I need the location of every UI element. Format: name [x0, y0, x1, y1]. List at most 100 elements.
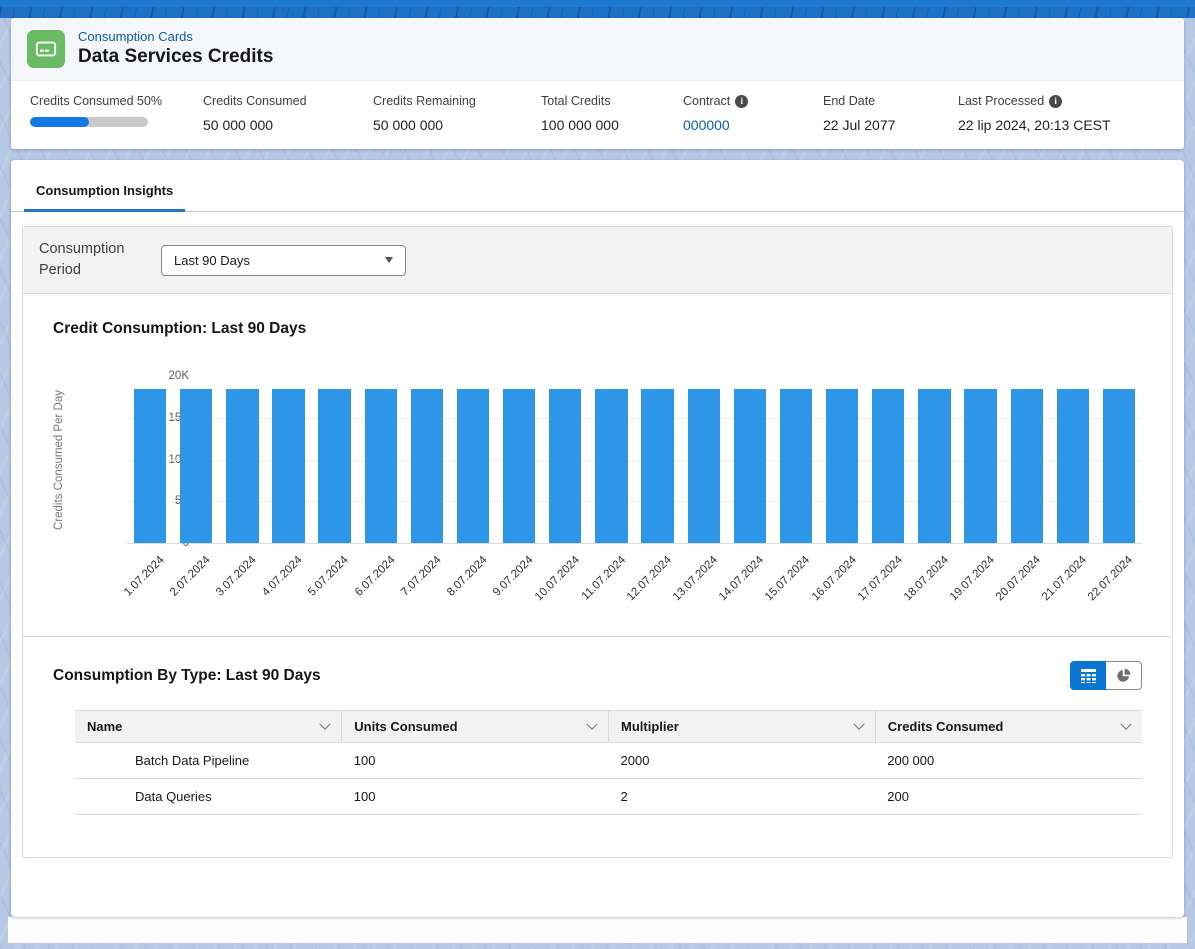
bar: [964, 389, 996, 543]
stats-row: Credits Consumed 50% Credits Consumed 50…: [11, 80, 1184, 149]
bar: [872, 389, 904, 543]
table-row: Data Queries1002200: [75, 779, 1142, 815]
bar-slot: [1096, 376, 1142, 543]
tab-consumption-insights[interactable]: Consumption Insights: [24, 183, 185, 212]
chevron-down-icon: [586, 718, 597, 729]
x-slot: 6.07.2024: [358, 544, 404, 624]
bar-slot: [727, 376, 773, 543]
stat-total-credits: Total Credits 100 000 000: [541, 94, 683, 133]
x-slot: 14.07.2024: [727, 544, 773, 624]
bar: [826, 389, 858, 543]
column-header[interactable]: Name: [75, 711, 342, 743]
bar: [1103, 389, 1135, 543]
chevron-down-icon: [320, 718, 331, 729]
bar: [780, 389, 812, 543]
bar-slot: [1050, 376, 1096, 543]
bar-slot: [358, 376, 404, 543]
consumption-panel: Consumption Period Last 90 Days Credit C…: [22, 226, 1173, 858]
x-slot: 16.07.2024: [819, 544, 865, 624]
column-header-label: Name: [87, 719, 122, 734]
main-card: Consumption Insights Consumption Period …: [11, 160, 1184, 917]
info-icon[interactable]: i: [1049, 95, 1062, 108]
bar: [549, 389, 581, 543]
consumption-period-label: Consumption Period: [39, 239, 125, 281]
x-slot: 20.07.2024: [1004, 544, 1050, 624]
x-slot: 7.07.2024: [404, 544, 450, 624]
x-tick-label: 9.07.2024: [491, 554, 536, 599]
credit-card-icon: [27, 30, 65, 68]
record-header: Consumption Cards Data Services Credits: [11, 18, 1184, 80]
bar-slot: [312, 376, 358, 543]
bar: [734, 389, 766, 543]
x-slot: 9.07.2024: [496, 544, 542, 624]
x-slot: 1.07.2024: [127, 544, 173, 624]
consumption-period-select[interactable]: Last 90 Days: [161, 245, 406, 276]
stat-last-processed: Last Processed i 22 lip 2024, 20:13 CEST: [958, 94, 1111, 133]
x-slot: 4.07.2024: [265, 544, 311, 624]
table-cell: 2000: [609, 743, 876, 779]
table-title: Consumption By Type: Last 90 Days: [53, 667, 321, 685]
bar: [1057, 389, 1089, 543]
table-row: Batch Data Pipeline1002000200 000: [75, 743, 1142, 779]
table-cell: Data Queries: [75, 779, 342, 815]
stat-end-date: End Date 22 Jul 2077: [823, 94, 958, 133]
bar-slot: [911, 376, 957, 543]
x-tick-label: 7.07.2024: [399, 554, 444, 599]
consumption-period-bar: Consumption Period Last 90 Days: [23, 227, 1172, 294]
chart-view-button[interactable]: [1106, 661, 1142, 690]
info-icon[interactable]: i: [735, 95, 748, 108]
column-header-label: Multiplier: [621, 719, 679, 734]
x-slot: 11.07.2024: [588, 544, 634, 624]
x-slot: 19.07.2024: [958, 544, 1004, 624]
column-header[interactable]: Credits Consumed: [875, 711, 1142, 743]
y-axis-label: Credits Consumed Per Day: [53, 390, 65, 530]
table-cell: 100: [342, 779, 609, 815]
table-cell: 100: [342, 743, 609, 779]
stat-credits-remaining: Credits Remaining 50 000 000: [373, 94, 541, 133]
x-tick-label: 1.07.2024: [122, 554, 167, 599]
x-slot: 5.07.2024: [312, 544, 358, 624]
credit-consumption-section: Credit Consumption: Last 90 Days Credits…: [23, 294, 1172, 636]
x-slot: 17.07.2024: [865, 544, 911, 624]
bar-slot: [819, 376, 865, 543]
bar-slot: [265, 376, 311, 543]
bar: [272, 389, 304, 543]
breadcrumb[interactable]: Consumption Cards: [78, 29, 273, 44]
chevron-down-icon: [853, 718, 864, 729]
stat-credits-consumed-percent: Credits Consumed 50%: [11, 94, 203, 133]
bar: [595, 389, 627, 543]
table-cell: 200 000: [875, 743, 1142, 779]
x-slot: 18.07.2024: [911, 544, 957, 624]
record-header-card: Consumption Cards Data Services Credits …: [11, 18, 1184, 149]
bar-slot: [127, 376, 173, 543]
contract-link[interactable]: 000000: [683, 117, 823, 133]
table-cell: Batch Data Pipeline: [75, 743, 342, 779]
table-header-row: Name Units Consumed Multiplier Credits Cons…: [75, 711, 1142, 743]
consumption-period-value: Last 90 Days: [174, 253, 250, 268]
bar-slot: [681, 376, 727, 543]
bar-slot: [173, 376, 219, 543]
table-view-button[interactable]: [1070, 661, 1106, 690]
stat-contract: Contract i 000000: [683, 94, 823, 133]
bar: [503, 389, 535, 543]
x-slot: 3.07.2024: [219, 544, 265, 624]
chevron-down-icon: [385, 257, 393, 263]
column-header[interactable]: Units Consumed: [342, 711, 609, 743]
bar-slot: [773, 376, 819, 543]
bar-slot: [865, 376, 911, 543]
chevron-down-icon: [1120, 718, 1131, 729]
x-slot: 21.07.2024: [1050, 544, 1096, 624]
bar-slot: [450, 376, 496, 543]
consumption-by-type-table: Name Units Consumed Multiplier Credits Cons…: [75, 710, 1142, 815]
x-slot: 10.07.2024: [542, 544, 588, 624]
bar-slot: [1004, 376, 1050, 543]
x-tick-label: 6.07.2024: [353, 554, 398, 599]
x-slot: 22.07.2024: [1096, 544, 1142, 624]
bar: [411, 389, 443, 543]
bar: [180, 389, 212, 543]
bar-slot: [542, 376, 588, 543]
column-header[interactable]: Multiplier: [609, 711, 876, 743]
browser-top-band: [0, 0, 1195, 18]
pie-chart-icon: [1116, 668, 1131, 683]
bar: [641, 389, 673, 543]
